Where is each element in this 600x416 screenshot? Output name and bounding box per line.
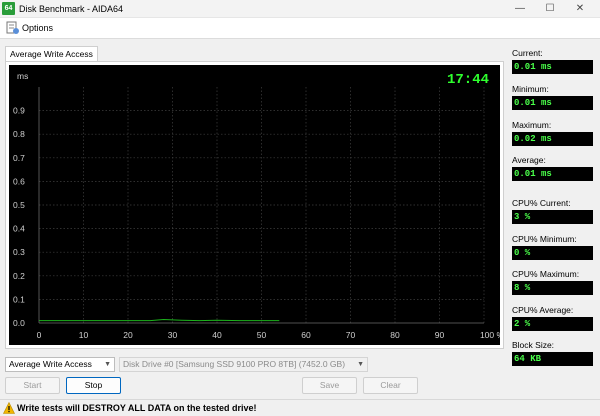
chevron-down-icon: ▼ xyxy=(357,361,364,368)
maximize-button[interactable]: ☐ xyxy=(535,0,565,18)
y-tick-label: 0.3 xyxy=(13,247,25,257)
save-button[interactable]: Save xyxy=(302,377,357,394)
stat-label: Block Size: xyxy=(512,340,555,350)
x-tick-label: 30 xyxy=(168,330,178,340)
stat-value: 0.01 ms xyxy=(512,60,593,74)
drive-select[interactable]: Disk Drive #0 [Samsung SSD 9100 PRO 8TB]… xyxy=(119,357,368,372)
stat-value: 3 % xyxy=(512,210,593,224)
stat-value: 0.01 ms xyxy=(512,167,593,181)
y-tick-label: 0.1 xyxy=(13,294,25,304)
write-access-chart: 0.0 0.1 0.2 0.3 0.4 0.5 0.6 0.7 0.8 0.9 0 10 20 30 40 5… xyxy=(13,71,500,340)
stat-label: CPU% Minimum: xyxy=(512,234,577,244)
stat-value: 0 % xyxy=(512,246,593,260)
x-tick-label: 70 xyxy=(346,330,356,340)
stat-value: 0.01 ms xyxy=(512,96,593,110)
x-tick-label: 60 xyxy=(301,330,311,340)
x-tick-label: 50 xyxy=(257,330,267,340)
x-tick-label: 0 xyxy=(37,330,42,340)
chevron-down-icon: ▼ xyxy=(104,361,111,368)
warning-message: Write tests will DESTROY ALL DATA on the… xyxy=(17,403,257,413)
stat-label: Maximum: xyxy=(512,120,552,130)
y-tick-label: 0.4 xyxy=(13,224,25,234)
x-tick-label: 20 xyxy=(123,330,133,340)
stat-label: CPU% Current: xyxy=(512,198,571,208)
clock-readout: 17:44 xyxy=(447,72,489,88)
window-title: Disk Benchmark - AIDA64 xyxy=(19,4,124,14)
chart-panel: 0.0 0.1 0.2 0.3 0.4 0.5 0.6 0.7 0.8 0.9 0 10 20 30 40 5… xyxy=(5,61,504,349)
y-axis-label: ms xyxy=(17,71,28,81)
x-tick-label: 80 xyxy=(390,330,400,340)
y-tick-label: 0.6 xyxy=(13,176,25,186)
start-button[interactable]: Start xyxy=(5,377,60,394)
stat-label: CPU% Maximum: xyxy=(512,269,580,279)
tab-average-write-access[interactable]: Average Write Access xyxy=(5,46,98,62)
x-tick-label: 40 xyxy=(212,330,222,340)
x-tick-label: 90 xyxy=(435,330,445,340)
title-bar: 64 Disk Benchmark - AIDA64 — ☐ ✕ xyxy=(0,0,600,18)
aida64-app-icon: 64 xyxy=(2,2,15,15)
stat-value: 64 KB xyxy=(512,352,593,366)
test-type-value: Average Write Access xyxy=(9,359,92,369)
stat-label: Average: xyxy=(512,155,546,165)
close-button[interactable]: ✕ xyxy=(565,0,595,18)
y-tick-label: 0.9 xyxy=(13,106,25,116)
stat-value: 0.02 ms xyxy=(512,132,593,146)
minimize-button[interactable]: — xyxy=(505,0,535,18)
stat-label: CPU% Average: xyxy=(512,305,574,315)
stat-value: 8 % xyxy=(512,281,593,295)
menu-bar: Options xyxy=(0,18,600,39)
x-tick-label: 10 xyxy=(79,330,89,340)
y-tick-label: 0.8 xyxy=(13,129,25,139)
options-menu[interactable]: Options xyxy=(22,23,53,33)
stat-value: 2 % xyxy=(512,317,593,331)
clear-button[interactable]: Clear xyxy=(363,377,418,394)
y-tick-label: 0.7 xyxy=(13,153,25,163)
y-tick-label: 0.2 xyxy=(13,271,25,281)
warning-icon xyxy=(3,402,15,414)
stop-button[interactable]: Stop xyxy=(66,377,121,394)
y-tick-label: 0.5 xyxy=(13,200,25,210)
options-icon xyxy=(6,21,19,34)
drive-select-value: Disk Drive #0 [Samsung SSD 9100 PRO 8TB]… xyxy=(123,359,346,369)
test-type-select[interactable]: Average Write Access ▼ xyxy=(5,357,115,372)
chart-area: 0.0 0.1 0.2 0.3 0.4 0.5 0.6 0.7 0.8 0.9 0 10 20 30 40 5… xyxy=(9,65,500,345)
series-line xyxy=(39,318,280,322)
stat-label: Current: xyxy=(512,48,543,58)
y-tick-label: 0.0 xyxy=(13,318,25,328)
stat-label: Minimum: xyxy=(512,84,549,94)
x-tick-label: 100 % xyxy=(480,330,500,340)
status-bar: Write tests will DESTROY ALL DATA on the… xyxy=(0,399,600,416)
